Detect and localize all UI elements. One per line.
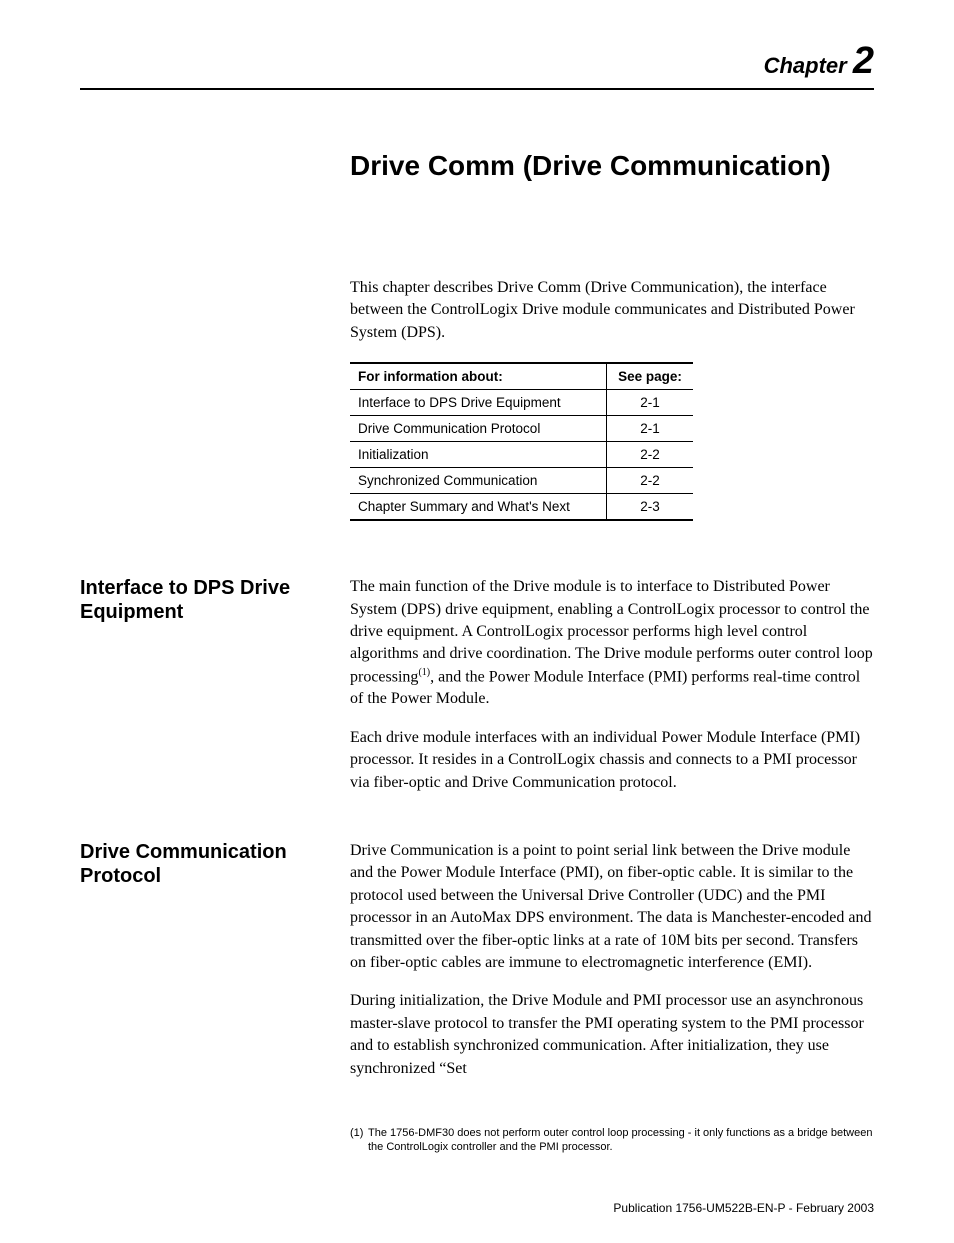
body-paragraph: Drive Communication is a point to point … — [350, 840, 874, 974]
table-header-topic: For information about: — [350, 363, 607, 390]
table-row: Synchronized Communication2-2 — [350, 468, 693, 494]
table-cell-topic: Interface to DPS Drive Equipment — [350, 390, 607, 416]
chapter-number: 2 — [853, 40, 874, 82]
table-cell-topic: Initialization — [350, 442, 607, 468]
table-cell-page: 2-2 — [607, 468, 694, 494]
table-cell-page: 2-1 — [607, 390, 694, 416]
table-row: Interface to DPS Drive Equipment2-1 — [350, 390, 693, 416]
table-header-page: See page: — [607, 363, 694, 390]
table-cell-page: 2-2 — [607, 442, 694, 468]
footnote-text: The 1756-DMF30 does not perform outer co… — [368, 1126, 874, 1155]
chapter-label: Chapter — [764, 53, 847, 78]
sections-container: Interface to DPS Drive EquipmentThe main… — [80, 576, 874, 1096]
footnote-marker: (1) — [350, 1126, 368, 1155]
body-paragraph: Each drive module interfaces with an ind… — [350, 727, 874, 794]
section-body: Drive Communication is a point to point … — [350, 840, 874, 1096]
section-heading: Drive Communication Protocol — [80, 840, 350, 1096]
section-heading: Interface to DPS Drive Equipment — [80, 576, 350, 810]
footnote: (1) The 1756-DMF30 does not perform oute… — [350, 1126, 874, 1155]
publication-info: Publication 1756-UM522B-EN-P - February … — [613, 1201, 874, 1215]
table-cell-page: 2-3 — [607, 494, 694, 521]
section: Drive Communication ProtocolDrive Commun… — [80, 840, 874, 1096]
table-row: Initialization2-2 — [350, 442, 693, 468]
contents-table: For information about: See page: Interfa… — [350, 362, 693, 521]
table-body: Interface to DPS Drive Equipment2-1Drive… — [350, 390, 693, 521]
body-paragraph: During initialization, the Drive Module … — [350, 990, 874, 1080]
section: Interface to DPS Drive EquipmentThe main… — [80, 576, 874, 810]
body-paragraph: The main function of the Drive module is… — [350, 576, 874, 711]
chapter-intro: This chapter describes Drive Comm (Drive… — [350, 277, 874, 344]
chapter-header: Chapter 2 — [80, 40, 874, 90]
chapter-title: Drive Comm (Drive Communication) — [350, 150, 874, 182]
table-cell-topic: Drive Communication Protocol — [350, 416, 607, 442]
table-cell-page: 2-1 — [607, 416, 694, 442]
table-cell-topic: Chapter Summary and What's Next — [350, 494, 607, 521]
table-cell-topic: Synchronized Communication — [350, 468, 607, 494]
table-row: Drive Communication Protocol2-1 — [350, 416, 693, 442]
section-body: The main function of the Drive module is… — [350, 576, 874, 810]
table-row: Chapter Summary and What's Next2-3 — [350, 494, 693, 521]
